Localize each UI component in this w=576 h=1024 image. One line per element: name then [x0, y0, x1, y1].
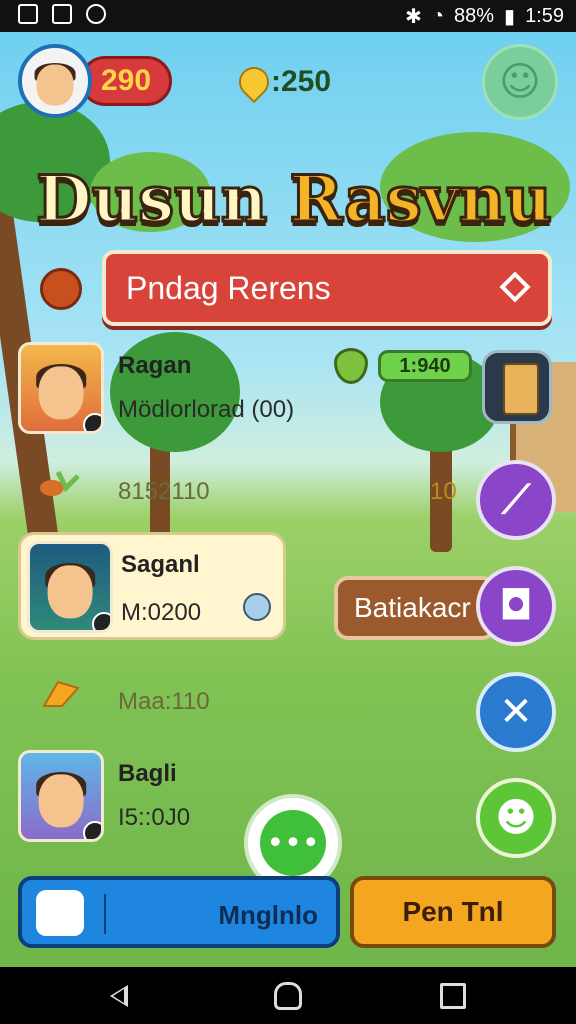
clock-time: 1:59: [525, 5, 564, 27]
status-left-icons: [18, 4, 106, 24]
list-item-name: Saganl: [121, 551, 200, 578]
list-item-name: Bagli: [118, 760, 177, 787]
sword-icon: ⟋: [502, 477, 530, 523]
separator-text: 8152110: [118, 478, 210, 505]
tools-icon: ✕: [499, 689, 533, 735]
top-bar: 290 :250 ☺: [0, 32, 576, 132]
badge-icon: [83, 413, 101, 431]
small-value-text: 10: [430, 478, 457, 505]
title-word-2: Rasvnu: [288, 161, 553, 239]
sprout-icon: [40, 470, 80, 496]
recents-icon[interactable]: [440, 983, 466, 1009]
ladybug-decoration: [40, 268, 82, 310]
gems-value: :250: [270, 65, 332, 98]
separator-text: Maa:110: [118, 688, 210, 715]
message-icon: ◘: [499, 583, 533, 629]
smiley-button[interactable]: ☺: [482, 44, 558, 120]
separator-value: 8152110: [40, 470, 210, 506]
bluetooth-icon: ✱: [405, 6, 422, 28]
main-action-button[interactable]: Mnglnlo: [18, 876, 340, 948]
emoji-button[interactable]: ☻: [476, 778, 556, 858]
camera-icon: [52, 4, 72, 24]
batiakacr-button[interactable]: Batiakacr: [334, 576, 496, 640]
wifi-icon: ◔: [431, 5, 445, 27]
list-item-sub: Mödlorlorad (00): [118, 396, 295, 423]
game-title: Dusun Rasvnu: [24, 150, 564, 250]
avatar-face: [47, 565, 93, 619]
badge-icon: [92, 612, 110, 630]
player-avatar[interactable]: [18, 44, 92, 118]
divider: [104, 894, 106, 934]
gallery-icon: [18, 4, 38, 24]
android-nav-bar: [0, 967, 576, 1024]
list-item-name: Ragan: [118, 352, 192, 379]
list-item-sub: M:0200: [121, 599, 202, 626]
avatar: [18, 750, 104, 842]
gems-counter[interactable]: :250: [230, 60, 340, 104]
emoji-icon: ☻: [495, 795, 537, 841]
avatar-face: [36, 64, 74, 106]
list-item[interactable]: Ragan Mödlorlorad (00): [18, 342, 318, 442]
diamond-icon: [499, 271, 531, 303]
battery-text: 88%: [454, 5, 495, 27]
shield-icon: [334, 348, 368, 384]
status-right: ✱ ◔ 88% ▮ 1:59: [405, 4, 564, 29]
gem-icon: [232, 60, 276, 104]
title-word-1: Dusun: [35, 161, 269, 239]
progress-counter: 1:940: [378, 350, 472, 382]
banner-label: Pndag Rerens: [126, 269, 331, 306]
status-bar: ✱ ◔ 88% ▮ 1:59: [0, 0, 576, 32]
avatar: [27, 541, 113, 633]
avatar: [18, 342, 104, 434]
batiakacr-label: Batiakacr: [354, 592, 471, 623]
secondary-action-label: Pen Tnl: [402, 896, 504, 927]
leaf-icon: [42, 680, 80, 707]
avatar-face: [38, 366, 84, 420]
chat-icon: •••: [260, 810, 326, 876]
progress-value: 1:940: [399, 354, 451, 377]
home-nav-icon[interactable]: [274, 982, 302, 1010]
small-value: 10: [430, 478, 457, 506]
avatar-face: [38, 774, 84, 828]
list-item-sub: I5::0J0: [118, 804, 191, 831]
secondary-action-button[interactable]: Pen Tnl: [350, 876, 556, 948]
tools-button[interactable]: ✕: [476, 672, 556, 752]
back-icon[interactable]: [110, 985, 128, 1007]
main-action-label: Mnglnlo: [218, 900, 318, 930]
battery-icon: ▮: [504, 6, 516, 28]
character-slot[interactable]: [482, 350, 552, 424]
chat-bubble-button[interactable]: ◘: [476, 566, 556, 646]
smiley-icon: ☺: [499, 59, 541, 105]
separator-value: Maa:110: [42, 680, 210, 716]
sword-button[interactable]: ⟋: [476, 460, 556, 540]
list-item-selected[interactable]: Saganl M:0200: [18, 532, 286, 640]
coins-value: 290: [100, 64, 152, 97]
sync-icon: [86, 4, 106, 24]
banner-button[interactable]: Pndag Rerens: [102, 250, 552, 326]
home-icon: [36, 890, 84, 936]
coins-counter[interactable]: 290: [80, 56, 172, 106]
game-screen: 290 :250 ☺ Dusun Rasvnu Pndag Rerens Rag…: [0, 32, 576, 967]
badge-icon: [83, 821, 101, 839]
clock-icon[interactable]: [243, 593, 271, 621]
character-icon: [503, 363, 539, 415]
